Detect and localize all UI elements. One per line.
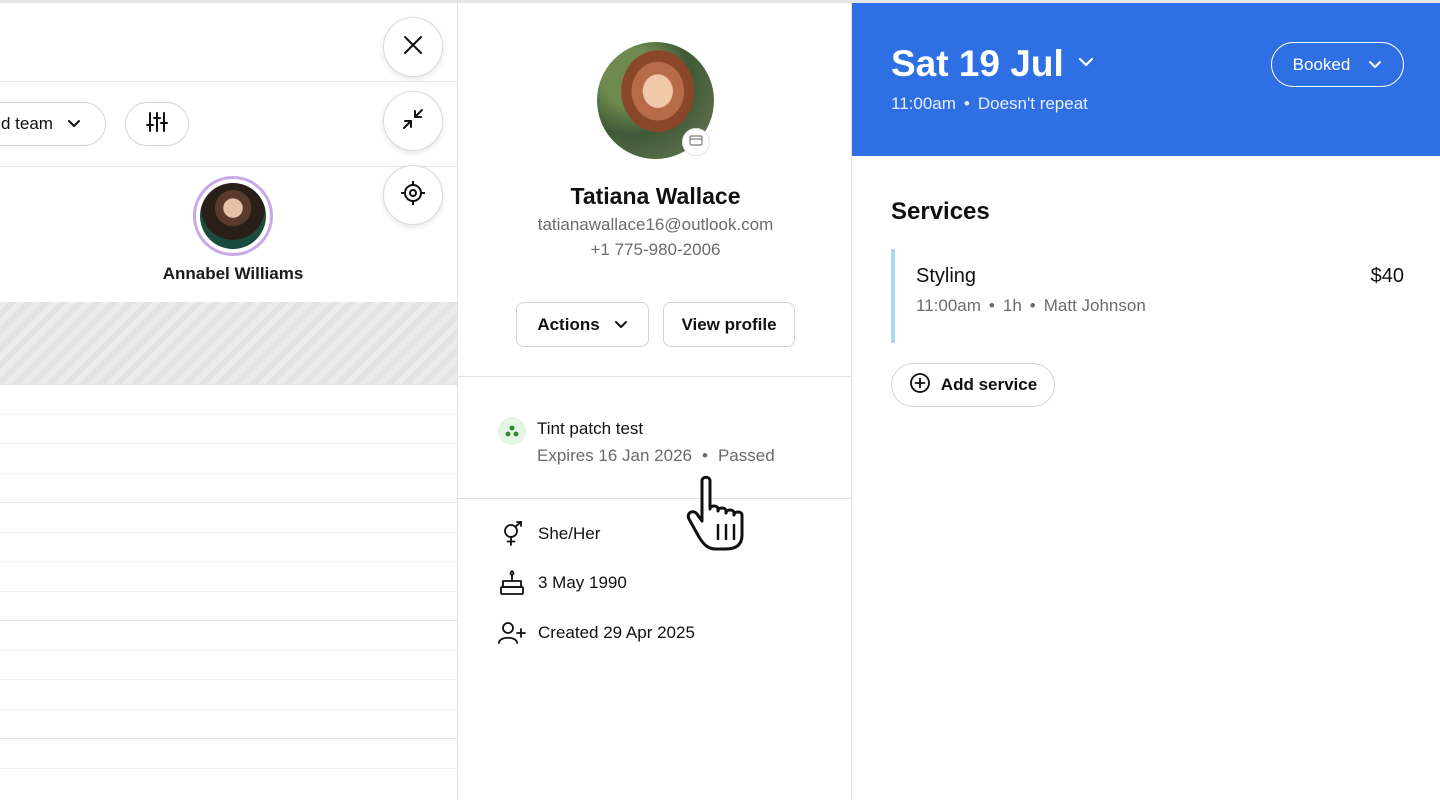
crosshair-icon xyxy=(400,180,426,211)
add-service-label: Add service xyxy=(940,375,1038,394)
quarter-line xyxy=(0,679,457,680)
hand-cursor-icon xyxy=(684,475,760,555)
separator: • xyxy=(988,296,995,315)
actions-button[interactable]: Actions xyxy=(516,302,649,347)
sliders-icon xyxy=(146,111,168,138)
collapse-arrows-icon xyxy=(402,108,424,135)
chevron-down-icon xyxy=(614,315,628,335)
patch-test-details: Expires 16 Jan 2026 • Passed xyxy=(537,446,775,466)
client-phone: +1 775-980-2006 xyxy=(590,240,721,259)
services-heading: Services xyxy=(891,198,990,225)
header-divider xyxy=(0,166,457,167)
status-label: Booked xyxy=(1292,54,1351,74)
service-staff: Matt Johnson xyxy=(1043,296,1146,315)
locate-button[interactable] xyxy=(383,165,443,225)
client-created-date: Created 29 Apr 2025 xyxy=(538,623,695,642)
pronouns-row: She/Her xyxy=(498,520,600,548)
hour-line xyxy=(0,738,457,739)
actions-label: Actions xyxy=(537,314,600,334)
close-icon xyxy=(403,35,423,60)
patch-test-title: Tint patch test xyxy=(537,419,644,438)
service-price: $40 xyxy=(1370,265,1404,287)
calendar-panel: d team Annabel Williams xyxy=(0,0,457,800)
patch-test-icon xyxy=(498,417,526,445)
top-border xyxy=(0,0,457,3)
patch-test-status: Passed xyxy=(717,446,775,465)
staff-column-header[interactable]: Annabel Williams xyxy=(150,176,316,284)
separator: • xyxy=(1029,296,1036,315)
created-row: Created 29 Apr 2025 xyxy=(498,619,695,647)
section-divider xyxy=(458,376,853,377)
top-border xyxy=(458,0,853,3)
staff-avatar xyxy=(193,176,273,256)
plus-circle-icon xyxy=(909,372,931,399)
close-button[interactable] xyxy=(383,17,443,77)
patch-test-expiry: Expires 16 Jan 2026 xyxy=(537,446,692,465)
quarter-line xyxy=(0,443,457,444)
date-selector[interactable]: Sat 19 Jul xyxy=(891,43,1094,85)
card-badge xyxy=(682,128,710,156)
client-birthday: 3 May 1990 xyxy=(538,573,627,592)
status-dropdown[interactable]: Booked xyxy=(1271,42,1404,87)
chevron-down-icon xyxy=(1078,55,1094,73)
gender-icon xyxy=(498,520,526,548)
service-item[interactable]: Styling $40 11:00am • 1h • Matt Johnson xyxy=(891,249,1404,343)
credit-card-icon xyxy=(689,133,703,151)
service-name: Styling xyxy=(916,265,977,287)
separator: • xyxy=(963,94,970,113)
chevron-down-icon xyxy=(67,114,81,134)
client-panel: Tatiana Wallace tatianawallace16@outlook… xyxy=(457,0,853,800)
blocked-time-slot xyxy=(0,302,457,384)
appointment-date: Sat 19 Jul xyxy=(891,43,1064,84)
birthday-row: 3 May 1990 xyxy=(498,569,627,597)
staff-name: Annabel Williams xyxy=(162,264,304,283)
quarter-line xyxy=(0,561,457,562)
collapse-button[interactable] xyxy=(383,91,443,151)
appointment-time: 11:00am xyxy=(891,94,956,113)
client-email: tatianawallace16@outlook.com xyxy=(537,215,774,234)
service-meta: 11:00am • 1h • Matt Johnson xyxy=(916,296,1146,316)
chevron-down-icon xyxy=(1368,55,1382,75)
client-pronouns: She/Her xyxy=(538,524,601,543)
appointment-panel: Sat 19 Jul 11:00am • Doesn't repeat Book… xyxy=(852,0,1440,800)
hour-line xyxy=(0,620,457,621)
quarter-line xyxy=(0,709,457,710)
quarter-line xyxy=(0,414,457,415)
quarter-line xyxy=(0,650,457,651)
team-filter-dropdown[interactable]: d team xyxy=(0,102,106,146)
toolbar-divider xyxy=(0,81,457,82)
team-filter-label: d team xyxy=(1,114,53,133)
hour-line xyxy=(0,502,457,503)
appointment-header: Sat 19 Jul 11:00am • Doesn't repeat Book… xyxy=(852,3,1440,156)
service-time: 11:00am xyxy=(916,296,981,315)
hour-line xyxy=(0,384,457,385)
filter-settings-button[interactable] xyxy=(125,102,189,146)
appointment-time-row: 11:00am • Doesn't repeat xyxy=(891,94,1088,114)
quarter-line xyxy=(0,532,457,533)
service-duration: 1h xyxy=(1002,296,1022,315)
separator: • xyxy=(702,446,708,465)
cake-icon xyxy=(498,569,526,597)
section-divider xyxy=(458,498,853,499)
client-name: Tatiana Wallace xyxy=(570,183,741,209)
user-plus-icon xyxy=(498,619,526,647)
quarter-line xyxy=(0,768,457,769)
view-profile-button[interactable]: View profile xyxy=(663,302,795,347)
quarter-line xyxy=(0,473,457,474)
appointment-repeat: Doesn't repeat xyxy=(977,94,1088,113)
add-service-button[interactable]: Add service xyxy=(891,363,1055,407)
quarter-line xyxy=(0,591,457,592)
